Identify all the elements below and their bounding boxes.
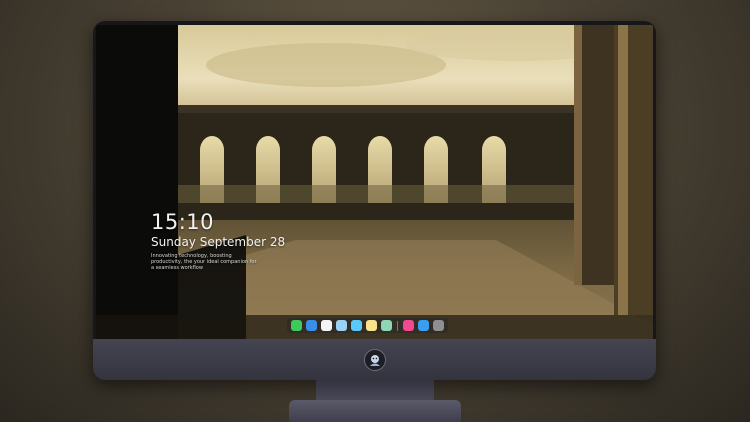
wallpaper-image <box>96 25 653 339</box>
lock-screen-info: 15:10 Sunday September 28 Innovating tec… <box>151 210 285 271</box>
lock-screen-date: Sunday September 28 <box>151 235 286 249</box>
stickies-icon[interactable] <box>366 320 377 331</box>
finder-icon[interactable] <box>306 320 317 331</box>
notes-icon[interactable] <box>336 320 347 331</box>
camera-icon[interactable] <box>433 320 444 331</box>
clock-icon[interactable] <box>321 320 332 331</box>
lock-screen-clock: 15:10 <box>151 210 215 234</box>
files-icon[interactable] <box>351 320 362 331</box>
screen: 15:10 Sunday September 28 Innovating tec… <box>96 25 653 339</box>
music-icon[interactable] <box>403 320 414 331</box>
monitor-stand-base <box>289 400 461 422</box>
app-store-icon[interactable] <box>418 320 429 331</box>
dock-separator <box>397 320 398 331</box>
dock <box>287 318 448 333</box>
messages-icon[interactable] <box>291 320 302 331</box>
monitor-stand-neck <box>316 380 434 402</box>
monitor: 15:10 Sunday September 28 Innovating tec… <box>93 21 656 380</box>
gallery-icon[interactable] <box>381 320 392 331</box>
monitor-chin <box>93 339 656 380</box>
brand-logo-icon <box>364 349 386 371</box>
lock-screen-tagline: Innovating technology, boosting producti… <box>151 253 257 271</box>
